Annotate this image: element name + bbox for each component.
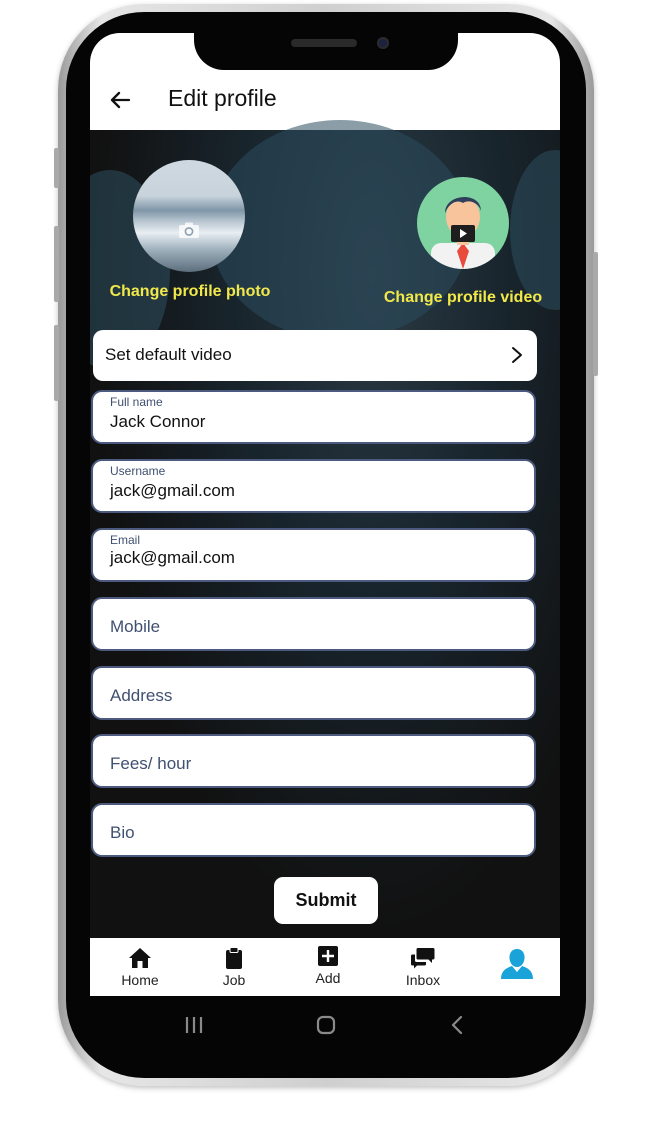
nav-add-label: Add <box>315 970 341 986</box>
address-field[interactable]: Address <box>91 666 536 720</box>
nav-add[interactable]: Add <box>281 938 375 996</box>
profile-photo[interactable] <box>133 160 245 272</box>
username-value: jack@gmail.com <box>110 481 235 500</box>
system-navigation-bar <box>90 996 560 1054</box>
nav-profile[interactable] <box>470 938 560 996</box>
chevron-right-icon <box>512 347 522 363</box>
video-avatar-icon <box>431 196 495 269</box>
power-button <box>593 252 598 376</box>
nav-inbox[interactable]: Inbox <box>376 938 470 996</box>
change-profile-photo-link[interactable]: Change profile photo <box>90 283 290 301</box>
nav-job-label: Job <box>222 972 246 988</box>
mobile-placeholder: Mobile <box>110 617 161 636</box>
set-default-video-label: Set default video <box>105 345 232 364</box>
notch <box>194 12 458 70</box>
full-name-field[interactable]: Full name Jack Connor <box>91 390 536 444</box>
app-screen: Edit profile Change profile photo Change… <box>90 33 560 996</box>
background-blur <box>510 150 560 310</box>
profile-icon <box>501 949 533 979</box>
fees-per-hour-placeholder: Fees/ hour <box>110 754 192 773</box>
profile-form-area: Change profile photo Change profile vide… <box>90 120 560 938</box>
home-circle-icon[interactable] <box>314 1014 338 1036</box>
email-value: jack@gmail.com <box>110 548 235 567</box>
volume-down-button <box>54 325 59 401</box>
submit-button[interactable]: Submit <box>274 877 378 924</box>
username-field[interactable]: Username jack@gmail.com <box>91 459 536 513</box>
volume-up-button <box>54 226 59 302</box>
email-label: Email <box>110 533 141 547</box>
nav-home[interactable]: Home <box>93 938 187 996</box>
bio-placeholder: Bio <box>110 823 135 842</box>
speaker-grille <box>291 39 357 47</box>
page-title: Edit profile <box>168 85 277 111</box>
fees-per-hour-field[interactable]: Fees/ hour <box>91 734 536 788</box>
full-name-label: Full name <box>110 395 163 409</box>
change-profile-video-link[interactable]: Change profile video <box>375 289 551 307</box>
home-icon <box>129 948 151 968</box>
profile-video[interactable] <box>417 177 509 269</box>
set-default-video-row[interactable]: Set default video <box>93 330 537 381</box>
username-label: Username <box>110 464 166 478</box>
mobile-field[interactable]: Mobile <box>91 597 536 651</box>
back-arrow-icon[interactable] <box>108 88 132 112</box>
mute-switch <box>54 148 59 188</box>
email-field[interactable]: Email jack@gmail.com <box>91 528 536 582</box>
full-name-value: Jack Connor <box>110 412 206 431</box>
clipboard-icon <box>226 947 242 969</box>
add-icon <box>318 946 338 966</box>
recent-apps-icon[interactable] <box>182 1014 206 1036</box>
nav-inbox-label: Inbox <box>405 972 441 988</box>
front-camera <box>377 37 389 49</box>
bottom-nav: Home Job Add Inbox <box>90 938 560 996</box>
back-chevron-icon[interactable] <box>446 1014 470 1036</box>
nav-home-label: Home <box>121 972 159 988</box>
chat-icon <box>411 948 435 969</box>
address-placeholder: Address <box>110 686 173 705</box>
bio-field[interactable]: Bio <box>91 803 536 857</box>
nav-job[interactable]: Job <box>187 938 281 996</box>
camera-icon <box>179 222 199 238</box>
